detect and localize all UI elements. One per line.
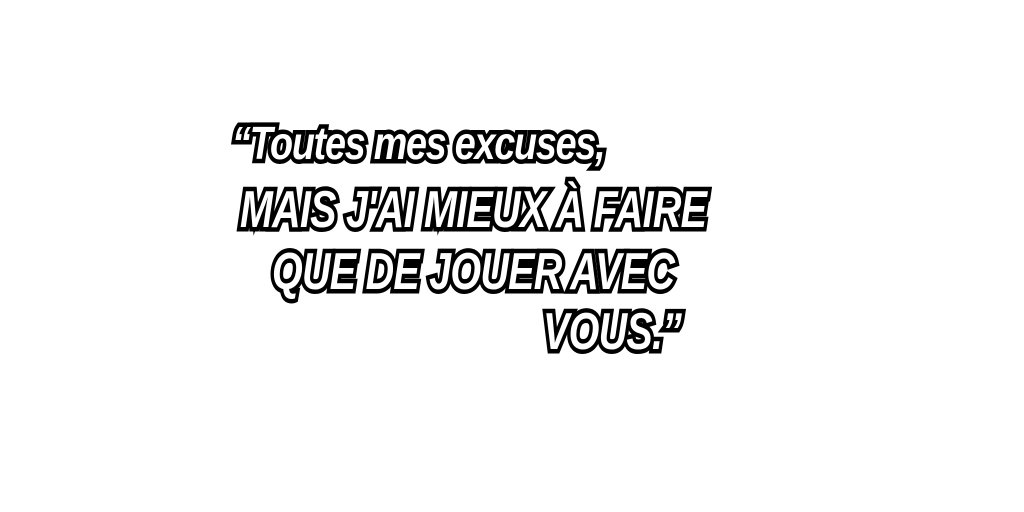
quote-line-2: MAIS J'AI MIEUX À FAIRE <box>237 177 711 244</box>
quote-line-4: VOUS.” <box>540 299 686 366</box>
quote-line-3: QUE DE JOUER AVEC <box>269 239 679 306</box>
quote-block: “Toutes mes excuses, MAIS J'AI MIEUX À F… <box>0 0 1024 512</box>
quote-line-1: “Toutes mes excuses, <box>228 113 609 174</box>
